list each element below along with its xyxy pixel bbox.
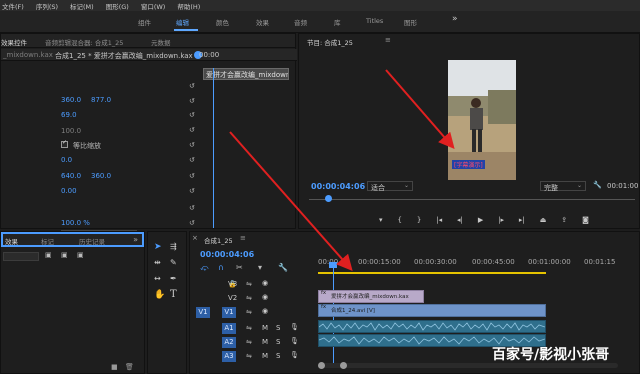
arrow-to-playhead	[229, 131, 353, 271]
annotation-arrows	[229, 69, 455, 271]
watermark-text: 百家号/影视小张哥	[492, 347, 610, 363]
arrow-to-subtitle	[385, 69, 455, 150]
